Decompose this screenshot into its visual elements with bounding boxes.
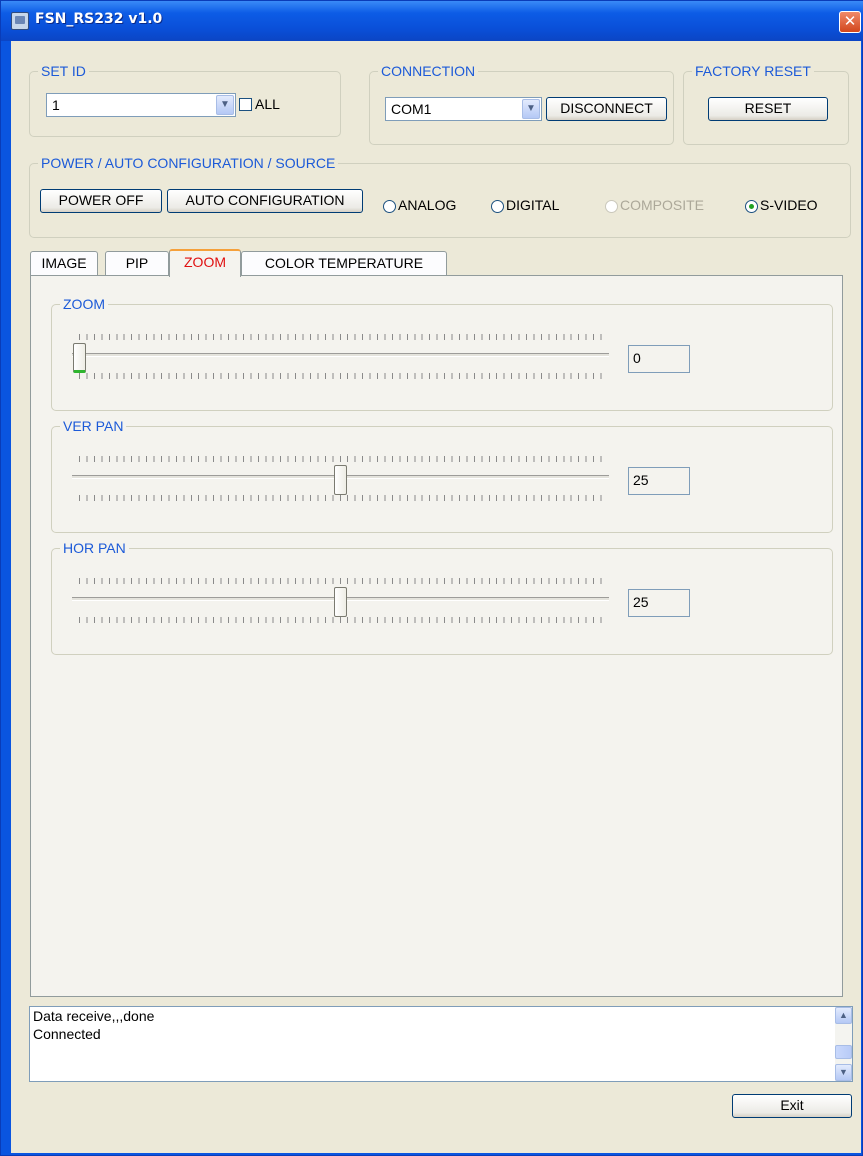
zoom-track (72, 353, 609, 357)
hor-pan-title: HOR PAN (60, 539, 129, 557)
port-value: COM1 (391, 101, 432, 117)
set-id-group: SET ID 1 ▼ ALL (29, 62, 341, 137)
log-scrollbar[interactable]: ▲ ▼ (835, 1007, 852, 1081)
all-checkbox[interactable] (239, 98, 252, 111)
chevron-down-icon[interactable]: ▼ (216, 95, 234, 115)
ver-pan-ticks-bottom (79, 495, 607, 501)
exit-button[interactable]: Exit (732, 1094, 852, 1118)
tab-pip[interactable]: PIP (105, 251, 169, 275)
hor-pan-value-box[interactable]: 25 (628, 589, 690, 617)
zoom-ticks-top (79, 334, 607, 340)
log-textarea[interactable]: Data receive,,,done Connected ▲ ▼ (29, 1006, 853, 1082)
tab-color-temperature[interactable]: COLOR TEMPERATURE (241, 251, 447, 275)
log-line: Data receive,,,done (33, 1008, 155, 1024)
connection-title: CONNECTION (378, 62, 479, 80)
radio-digital[interactable] (491, 200, 504, 213)
scrollbar-thumb[interactable] (835, 1045, 852, 1059)
factory-reset-group: FACTORY RESET RESET (683, 62, 849, 145)
radio-s-video-label: S-VIDEO (760, 197, 818, 213)
zoom-value-box[interactable]: 0 (628, 345, 690, 373)
title-bar[interactable]: FSN_RS232 v1.0 ✕ (1, 1, 863, 41)
hor-pan-slider[interactable] (334, 587, 347, 617)
set-id-dropdown[interactable]: 1 ▼ (46, 93, 236, 117)
zoom-title: ZOOM (60, 295, 108, 313)
tab-image[interactable]: IMAGE (30, 251, 98, 275)
port-dropdown[interactable]: COM1 ▼ (385, 97, 542, 121)
chevron-down-icon[interactable]: ▼ (522, 99, 540, 119)
radio-composite (605, 200, 618, 213)
ver-pan-value-box[interactable]: 25 (628, 467, 690, 495)
connection-group: CONNECTION COM1 ▼ DISCONNECT (369, 62, 674, 145)
all-label: ALL (255, 96, 280, 112)
power-source-title: POWER / AUTO CONFIGURATION / SOURCE (38, 154, 339, 172)
ver-pan-group: VER PAN 25 (51, 417, 833, 533)
radio-composite-label: COMPOSITE (620, 197, 705, 213)
zoom-slider[interactable] (73, 343, 86, 373)
radio-analog[interactable] (383, 200, 396, 213)
auto-configuration-button[interactable]: AUTO CONFIGURATION (167, 189, 363, 213)
set-id-title: SET ID (38, 62, 89, 80)
hor-pan-ticks-bottom (79, 617, 607, 623)
power-source-group: POWER / AUTO CONFIGURATION / SOURCE POWE… (29, 154, 851, 238)
ver-pan-title: VER PAN (60, 417, 127, 435)
radio-s-video[interactable] (745, 200, 758, 213)
scroll-down-icon[interactable]: ▼ (835, 1064, 852, 1081)
log-line: Connected (33, 1026, 101, 1042)
zoom-group: ZOOM 0 (51, 295, 833, 411)
hor-pan-ticks-top (79, 578, 607, 584)
app-window: FSN_RS232 v1.0 ✕ SET ID 1 ▼ ALL CONNECTI… (0, 0, 863, 1156)
reset-button[interactable]: RESET (708, 97, 828, 121)
disconnect-button[interactable]: DISCONNECT (546, 97, 667, 121)
ver-pan-slider[interactable] (334, 465, 347, 495)
set-id-value: 1 (52, 97, 60, 113)
scroll-up-icon[interactable]: ▲ (835, 1007, 852, 1024)
ver-pan-ticks-top (79, 456, 607, 462)
zoom-ticks-bottom (79, 373, 607, 379)
power-off-button[interactable]: POWER OFF (40, 189, 162, 213)
factory-reset-title: FACTORY RESET (692, 62, 814, 80)
app-icon (11, 12, 29, 30)
radio-analog-label: ANALOG (398, 197, 457, 213)
window-title: FSN_RS232 v1.0 (35, 11, 163, 27)
close-button[interactable]: ✕ (839, 11, 861, 33)
radio-digital-label: DIGITAL (506, 197, 560, 213)
tab-zoom[interactable]: ZOOM (169, 249, 241, 277)
zoom-tab-panel: ZOOM 0 VER PAN 25 HOR PAN 25 (30, 275, 843, 997)
hor-pan-group: HOR PAN 25 (51, 539, 833, 655)
client-area: SET ID 1 ▼ ALL CONNECTION COM1 ▼ DISCONN… (11, 41, 861, 1153)
